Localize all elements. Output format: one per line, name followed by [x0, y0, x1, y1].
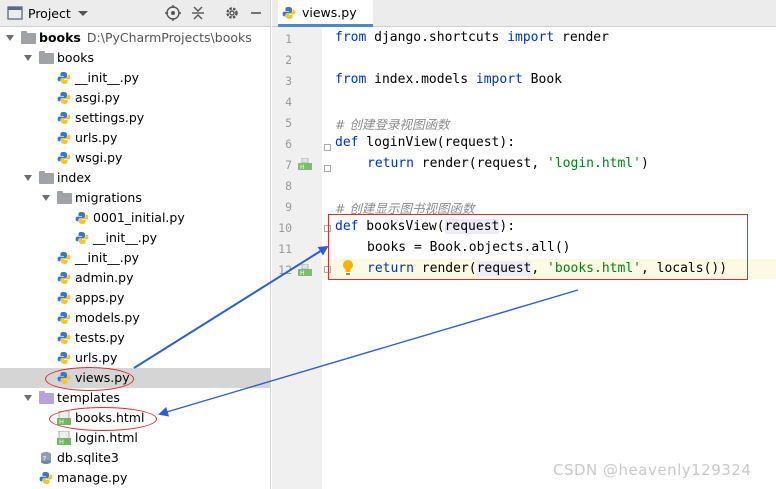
arrow-views-to-code: [133, 245, 329, 369]
arrow-code-to-books-html: [158, 289, 579, 417]
annotation-arrows: [133, 245, 579, 417]
watermark: CSDN @heavenly129324: [553, 461, 752, 479]
